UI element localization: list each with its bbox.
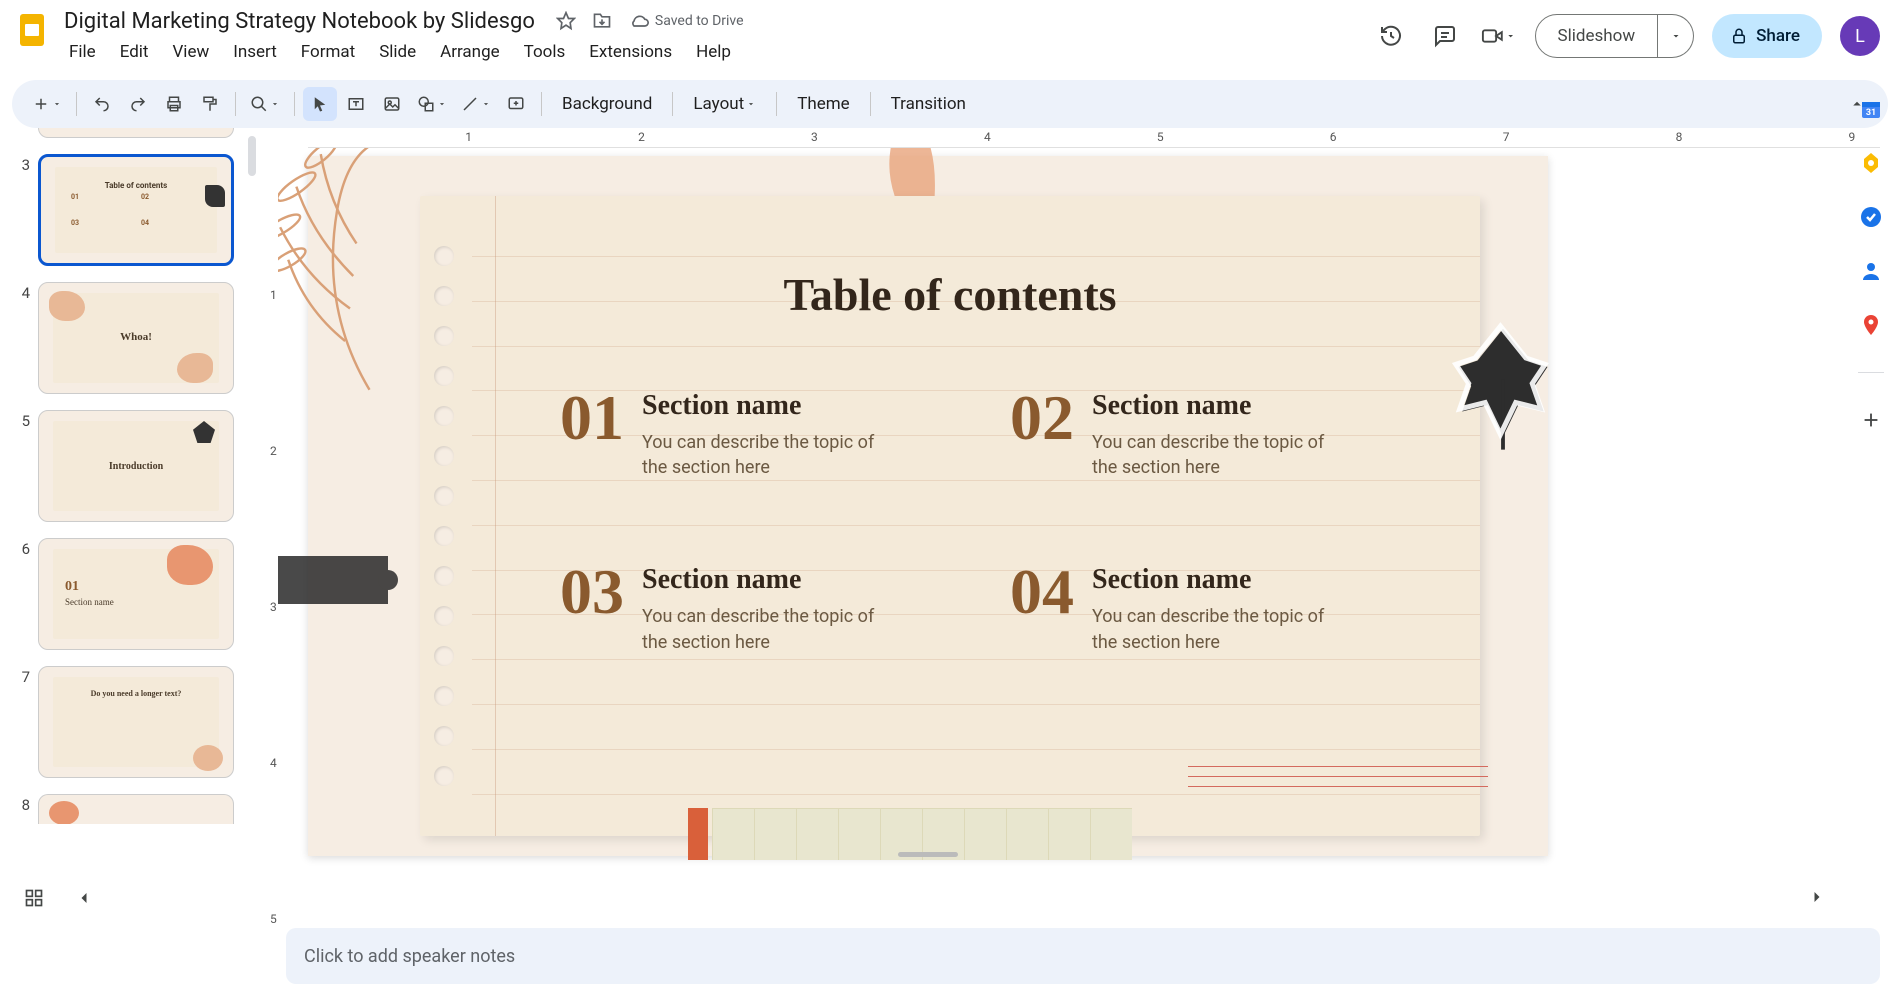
print-button[interactable] bbox=[157, 87, 191, 121]
toc-section-desc: You can describe the topic of the sectio… bbox=[642, 604, 902, 654]
menu-insert[interactable]: Insert bbox=[222, 38, 288, 66]
menu-slide[interactable]: Slide bbox=[368, 38, 427, 66]
horizontal-ruler: 1 2 3 4 5 6 7 8 9 bbox=[308, 128, 1880, 148]
comments-icon[interactable] bbox=[1427, 18, 1463, 54]
meet-icon[interactable] bbox=[1481, 18, 1517, 54]
branch-decoration bbox=[278, 148, 422, 406]
side-panel: 31 bbox=[1842, 90, 1900, 433]
paint-format-button[interactable] bbox=[193, 87, 227, 121]
toc-section-name: Section name bbox=[1092, 390, 1352, 422]
calendar-icon[interactable]: 31 bbox=[1858, 96, 1884, 122]
toc-section-desc: You can describe the topic of the sectio… bbox=[1092, 430, 1352, 480]
slide-thumbnail[interactable] bbox=[38, 128, 234, 138]
toc-section-name: Section name bbox=[1092, 564, 1352, 596]
tape-decoration bbox=[278, 556, 388, 604]
image-tool[interactable] bbox=[375, 87, 409, 121]
scroll-indicator[interactable] bbox=[898, 852, 958, 857]
toc-item[interactable]: 04 Section name You can describe the topi… bbox=[1010, 560, 1420, 654]
background-button[interactable]: Background bbox=[550, 87, 664, 121]
shape-tool[interactable] bbox=[411, 87, 453, 121]
slide-thumbnail[interactable]: 01 Section name bbox=[38, 538, 234, 650]
theme-button[interactable]: Theme bbox=[785, 87, 861, 121]
maps-icon[interactable] bbox=[1858, 312, 1884, 338]
slide-title[interactable]: Table of contents bbox=[420, 268, 1480, 321]
slide-thumbnail[interactable]: Do you need a longer text? bbox=[38, 666, 234, 778]
menu-file[interactable]: File bbox=[58, 38, 107, 66]
saved-status[interactable]: Saved to Drive bbox=[629, 11, 744, 31]
thumbnail-panel[interactable]: 3 Table of contents 01 02 03 04 4 Whoa! … bbox=[0, 128, 258, 928]
line-tool[interactable] bbox=[455, 87, 497, 121]
toc-number: 04 bbox=[1010, 560, 1074, 624]
doc-title[interactable]: Digital Marketing Strategy Notebook by S… bbox=[58, 7, 541, 36]
slide-thumbnail[interactable]: Whoa! bbox=[38, 282, 234, 394]
layout-button[interactable]: Layout bbox=[681, 87, 768, 121]
toc-number: 02 bbox=[1010, 386, 1074, 450]
slide-thumbnail[interactable]: Introduction bbox=[38, 410, 234, 522]
comment-tool[interactable] bbox=[499, 87, 533, 121]
redo-button[interactable] bbox=[121, 87, 155, 121]
move-icon[interactable] bbox=[591, 10, 613, 32]
svg-text:31: 31 bbox=[1866, 108, 1876, 118]
transition-button[interactable]: Transition bbox=[879, 87, 978, 121]
slide-canvas[interactable]: Table of contents 01 Section name You can… bbox=[308, 156, 1548, 856]
toc-item[interactable]: 03 Section name You can describe the topi… bbox=[560, 560, 970, 654]
menu-help[interactable]: Help bbox=[685, 38, 742, 66]
new-slide-button[interactable] bbox=[26, 87, 68, 121]
toc-number: 01 bbox=[560, 386, 624, 450]
toc-section-desc: You can describe the topic of the sectio… bbox=[1092, 604, 1352, 654]
red-lines-decoration bbox=[1188, 766, 1488, 796]
thumb-number: 6 bbox=[14, 538, 30, 650]
toc-item[interactable]: 01 Section name You can describe the topi… bbox=[560, 386, 970, 480]
orange-tab-decoration bbox=[688, 808, 708, 860]
slideshow-dropdown[interactable] bbox=[1658, 14, 1694, 58]
tasks-icon[interactable] bbox=[1858, 204, 1884, 230]
menu-extensions[interactable]: Extensions bbox=[578, 38, 683, 66]
toc-item[interactable]: 02 Section name You can describe the topi… bbox=[1010, 386, 1420, 480]
thumb-number: 5 bbox=[14, 410, 30, 522]
leaf-decoration bbox=[1438, 316, 1568, 456]
toolbar: Background Layout Theme Transition bbox=[12, 80, 1888, 128]
slide-thumbnail[interactable]: Table of contents 01 02 03 04 bbox=[38, 154, 234, 266]
menu-tools[interactable]: Tools bbox=[513, 38, 577, 66]
scrollbar[interactable] bbox=[248, 136, 256, 176]
lock-icon bbox=[1730, 27, 1748, 45]
slide-thumbnail[interactable] bbox=[38, 794, 234, 824]
explore-expand-icon[interactable] bbox=[1800, 880, 1834, 914]
share-button[interactable]: Share bbox=[1712, 14, 1822, 58]
menu-format[interactable]: Format bbox=[290, 38, 366, 66]
filmstrip-collapse-icon[interactable] bbox=[70, 884, 98, 912]
paper-card: Table of contents 01 Section name You can… bbox=[420, 196, 1480, 836]
menu-view[interactable]: View bbox=[161, 38, 220, 66]
thumb-number: 7 bbox=[14, 666, 30, 778]
grid-view-icon[interactable] bbox=[20, 884, 48, 912]
account-avatar[interactable]: L bbox=[1840, 16, 1880, 56]
textbox-tool[interactable] bbox=[339, 87, 373, 121]
toc-section-name: Section name bbox=[642, 564, 902, 596]
slides-logo[interactable] bbox=[10, 8, 54, 52]
toc-section-desc: You can describe the topic of the sectio… bbox=[642, 430, 902, 480]
menu-edit[interactable]: Edit bbox=[109, 38, 160, 66]
thumb-number: 3 bbox=[14, 154, 30, 266]
contacts-icon[interactable] bbox=[1858, 258, 1884, 284]
header: Digital Marketing Strategy Notebook by S… bbox=[0, 0, 1900, 80]
add-icon[interactable] bbox=[1858, 407, 1884, 433]
thumb-number: 8 bbox=[14, 794, 30, 824]
toc-number: 03 bbox=[560, 560, 624, 624]
menu-arrange[interactable]: Arrange bbox=[429, 38, 510, 66]
select-tool[interactable] bbox=[303, 87, 337, 121]
star-icon[interactable] bbox=[555, 10, 577, 32]
toc-section-name: Section name bbox=[642, 390, 902, 422]
slideshow-button[interactable]: Slideshow bbox=[1535, 14, 1659, 58]
keep-icon[interactable] bbox=[1858, 150, 1884, 176]
thumb-number: 4 bbox=[14, 282, 30, 394]
speaker-notes[interactable]: Click to add speaker notes bbox=[286, 928, 1880, 984]
zoom-button[interactable] bbox=[244, 87, 286, 121]
undo-button[interactable] bbox=[85, 87, 119, 121]
menu-bar: File Edit View Insert Format Slide Arran… bbox=[58, 38, 1373, 66]
version-history-icon[interactable] bbox=[1373, 18, 1409, 54]
